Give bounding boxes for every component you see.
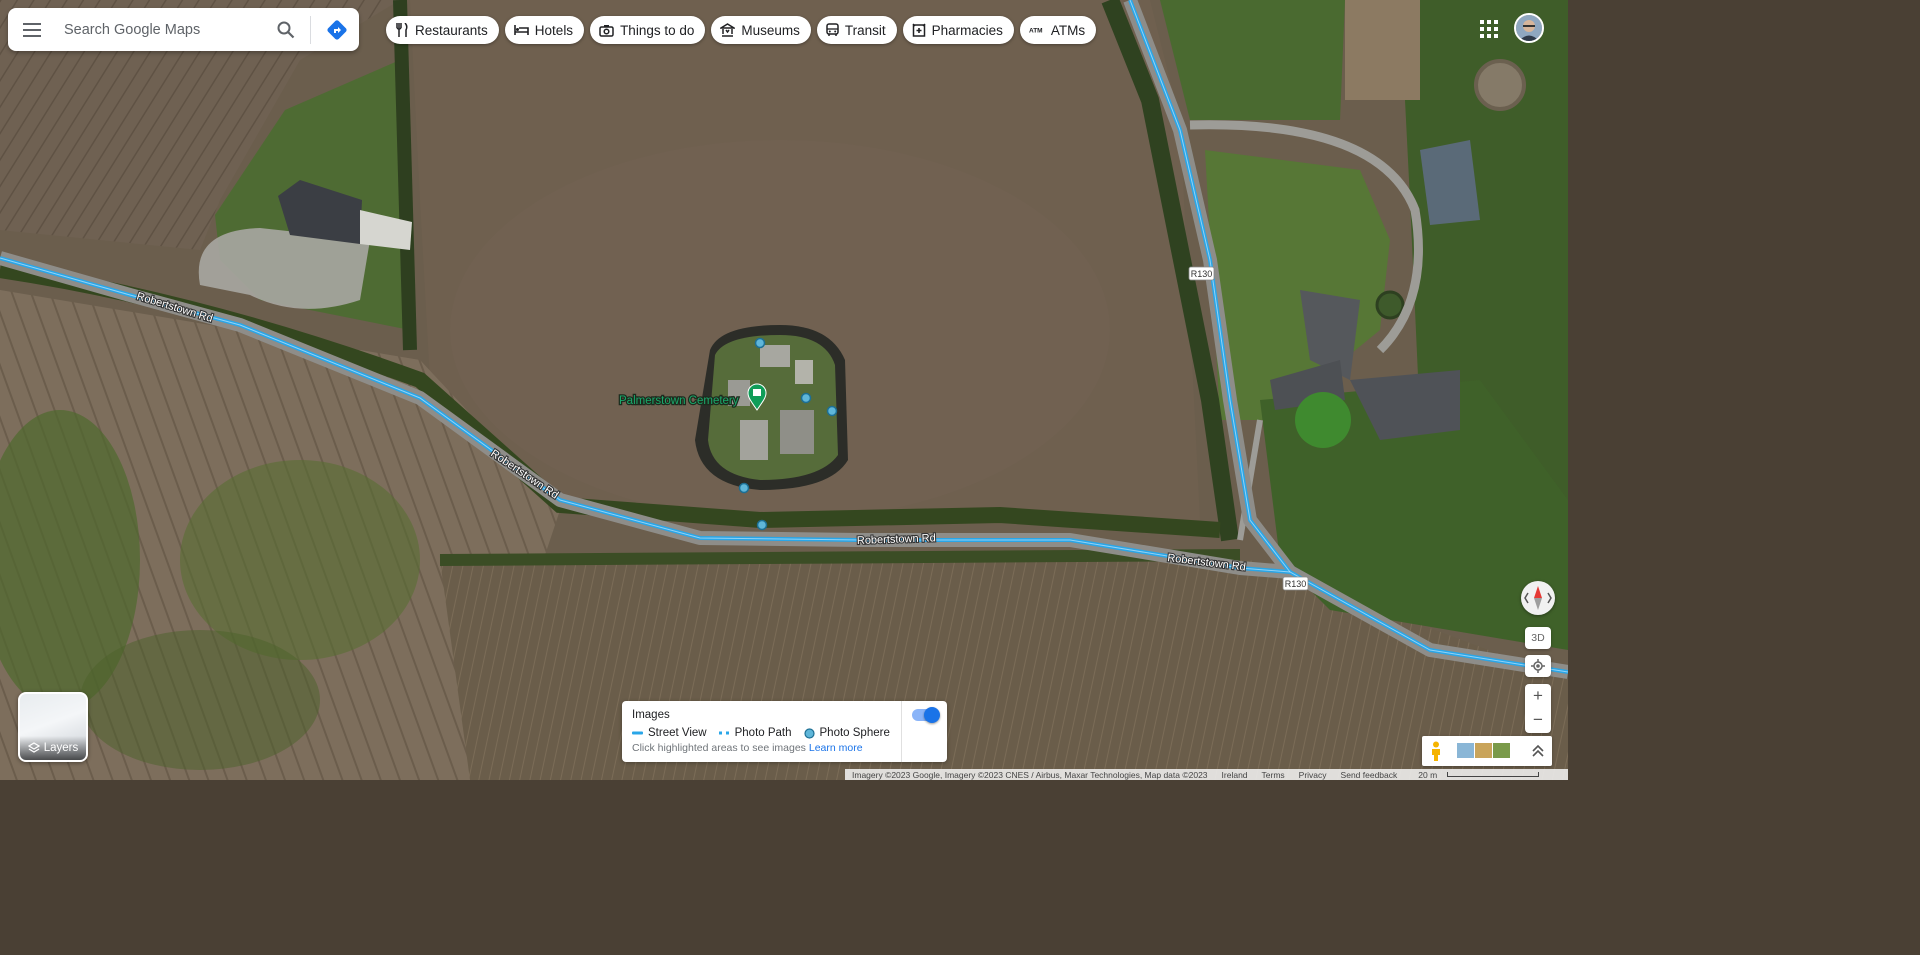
search-input[interactable]: Search Google Maps (56, 22, 266, 38)
images-panel: Images Street View Photo Path Photo Sphe… (622, 701, 947, 762)
divider (310, 15, 311, 44)
3d-button[interactable]: 3D (1525, 627, 1551, 649)
menu-button[interactable] (8, 8, 56, 51)
avatar-image (1516, 15, 1542, 41)
svg-text:R130: R130 (1285, 579, 1307, 589)
zoom-controls: + − (1525, 684, 1551, 733)
images-title: Images (632, 709, 670, 721)
directions-icon (327, 19, 347, 40)
chip-museums[interactable]: Museums (711, 16, 811, 44)
chip-things-to-do[interactable]: Things to do (590, 16, 706, 44)
my-location-icon (1531, 659, 1545, 673)
chip-label: Pharmacies (931, 22, 1003, 38)
route-badge: R130 (1188, 266, 1215, 281)
chip-label: Things to do (620, 22, 695, 38)
divider (901, 701, 902, 762)
legend-photo-path: Photo Path (718, 727, 792, 739)
chip-transit[interactable]: Transit (816, 16, 897, 44)
fork-knife-icon (396, 23, 408, 37)
chip-label: Hotels (534, 22, 574, 38)
chip-label: Restaurants (415, 22, 488, 38)
svg-text:ATM: ATM (1029, 28, 1043, 35)
legend-photo-sphere: Photo Sphere (803, 727, 890, 739)
legend-street-view: Street View (632, 727, 707, 739)
feedback-link[interactable]: Send feedback (1334, 770, 1405, 780)
map-footer: Imagery ©2023 Google, Imagery ©2023 CNES… (845, 769, 1568, 780)
chip-hotels[interactable]: Hotels (504, 16, 585, 44)
images-hint: Click highlighted areas to see images Le… (632, 742, 863, 754)
photo-sphere-icon (803, 727, 815, 739)
images-legend: Street View Photo Path Photo Sphere (632, 727, 890, 739)
scale-line (1447, 772, 1540, 777)
chip-label: ATMs (1050, 22, 1086, 38)
compass-icon (1524, 586, 1552, 610)
hamburger-icon (23, 22, 41, 37)
search-box: Search Google Maps (8, 8, 359, 51)
photo-path-icon (718, 731, 729, 735)
country-link[interactable]: Ireland (1215, 770, 1255, 780)
museum-icon (720, 23, 736, 37)
images-toggle[interactable] (912, 707, 940, 723)
chip-restaurants[interactable]: Restaurants (386, 16, 499, 44)
pegman-icon[interactable] (1430, 741, 1442, 761)
account-avatar[interactable] (1514, 13, 1544, 43)
compass-button[interactable] (1521, 581, 1555, 615)
search-icon (277, 21, 295, 38)
atm-icon: ATM (1029, 28, 1043, 35)
terms-link[interactable]: Terms (1255, 770, 1292, 780)
scale-bar[interactable]: 20 m (1404, 770, 1546, 780)
street-view-line-icon (632, 731, 643, 735)
bus-icon (826, 23, 839, 36)
pharmacy-icon (912, 23, 926, 37)
google-apps-icon[interactable] (1478, 18, 1500, 40)
satellite-map[interactable]: Palmerstown Cemetery Robertstown Rd Robe… (0, 0, 1568, 780)
zoom-in-button[interactable]: + (1525, 684, 1551, 708)
bed-icon (513, 25, 529, 35)
street-view-bar (1422, 736, 1552, 766)
search-button[interactable] (266, 8, 306, 51)
imagery-thumbnails-icon[interactable] (1457, 743, 1511, 758)
directions-button[interactable] (315, 8, 359, 51)
my-location-button[interactable] (1525, 655, 1551, 677)
layers-text: Layers (43, 742, 79, 754)
chip-label: Museums (741, 22, 800, 38)
place-label: Palmerstown Cemetery (619, 395, 739, 407)
zoom-out-button[interactable]: − (1525, 708, 1551, 732)
route-badge: R130 (1282, 576, 1309, 591)
layers-label-row: Layers (20, 736, 86, 760)
category-chips: Restaurants Hotels Things to do Museums … (386, 16, 1097, 44)
layers-icon (27, 742, 40, 753)
svg-text:R130: R130 (1191, 269, 1213, 279)
chip-pharmacies[interactable]: Pharmacies (902, 16, 1014, 44)
chip-atms[interactable]: ATM ATMs (1019, 16, 1097, 44)
attribution-text: Imagery ©2023 Google, Imagery ©2023 CNES… (852, 769, 1208, 780)
learn-more-link[interactable]: Learn more (809, 742, 863, 754)
expand-up-icon[interactable] (1532, 744, 1544, 758)
layers-button[interactable]: Layers (18, 692, 88, 762)
camera-icon (599, 24, 614, 37)
chip-label: Transit (844, 22, 886, 38)
privacy-link[interactable]: Privacy (1292, 770, 1334, 780)
